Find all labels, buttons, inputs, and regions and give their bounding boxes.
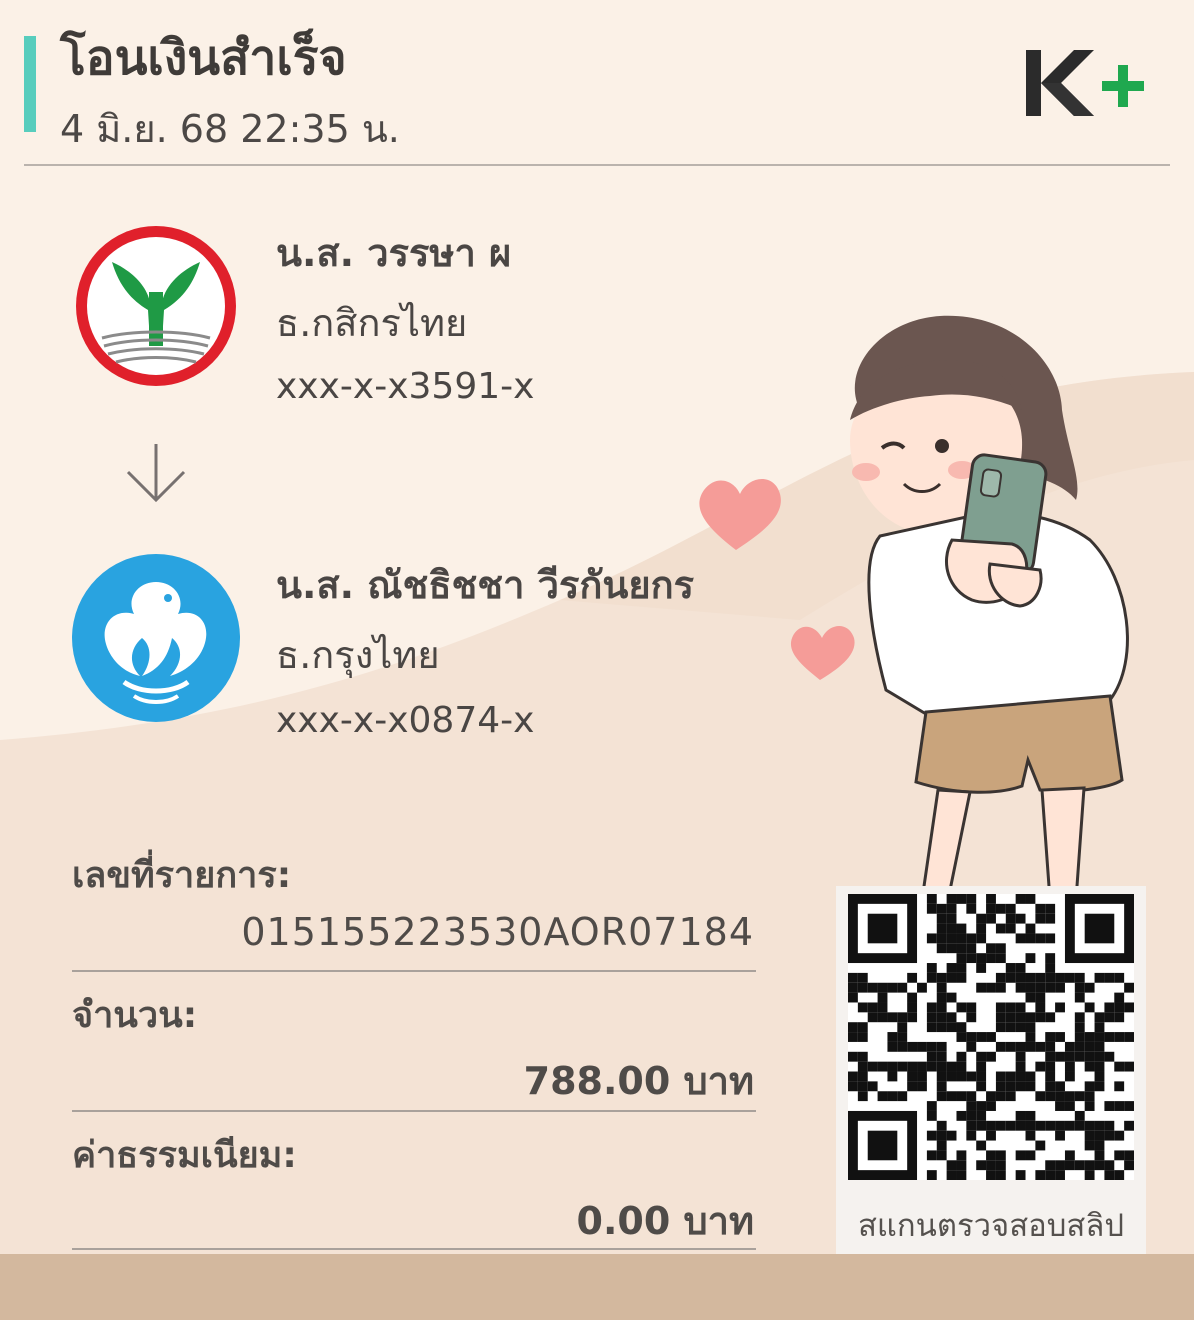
amount-value: 788.00 บาท — [523, 1059, 754, 1103]
fee-value: 0.00 บาท — [576, 1199, 755, 1243]
reference-number-value: 015155223530AOR07184 — [241, 910, 754, 954]
sender-account-number: xxx-x-x3591-x — [276, 366, 535, 407]
kasikorn-bank-logo — [76, 226, 236, 386]
qr-verify-panel[interactable]: สแกนตรวจสอบสลิป — [836, 886, 1146, 1256]
bottom-band — [0, 1254, 1194, 1320]
receiver-bank-name: ธ.กรุงไทย — [276, 633, 440, 677]
qr-caption: สแกนตรวจสอบสลิป — [857, 1208, 1125, 1244]
sender-bank-name: ธ.กสิกรไทย — [276, 301, 468, 345]
detail-divider — [72, 970, 756, 972]
receiver-name: น.ส. ณัชธิชชา วีรกันยกร — [276, 563, 695, 607]
reference-number-label: เลขที่รายการ: — [72, 855, 292, 896]
fee-label: ค่าธรรมเนียม: — [72, 1135, 297, 1176]
receiver-account-number: xxx-x-x0874-x — [276, 700, 535, 741]
k-plus-logo — [1026, 50, 1144, 116]
header-divider — [24, 164, 1170, 166]
transaction-datetime: 4 มิ.ย. 68 22:35 น. — [60, 107, 400, 151]
detail-divider — [72, 1110, 756, 1112]
sender-name: น.ส. วรรษา ผ — [276, 231, 512, 275]
verification-qr-code[interactable] — [848, 894, 1134, 1180]
page-title: โอนเงินสำเร็จ — [60, 30, 347, 86]
detail-divider — [72, 1248, 756, 1250]
arrow-down-icon — [126, 444, 186, 503]
amount-label: จำนวน: — [72, 995, 198, 1036]
girl-with-phone-illustration — [699, 315, 1129, 900]
accent-bar — [24, 36, 36, 132]
krungthai-bank-logo — [72, 554, 240, 722]
